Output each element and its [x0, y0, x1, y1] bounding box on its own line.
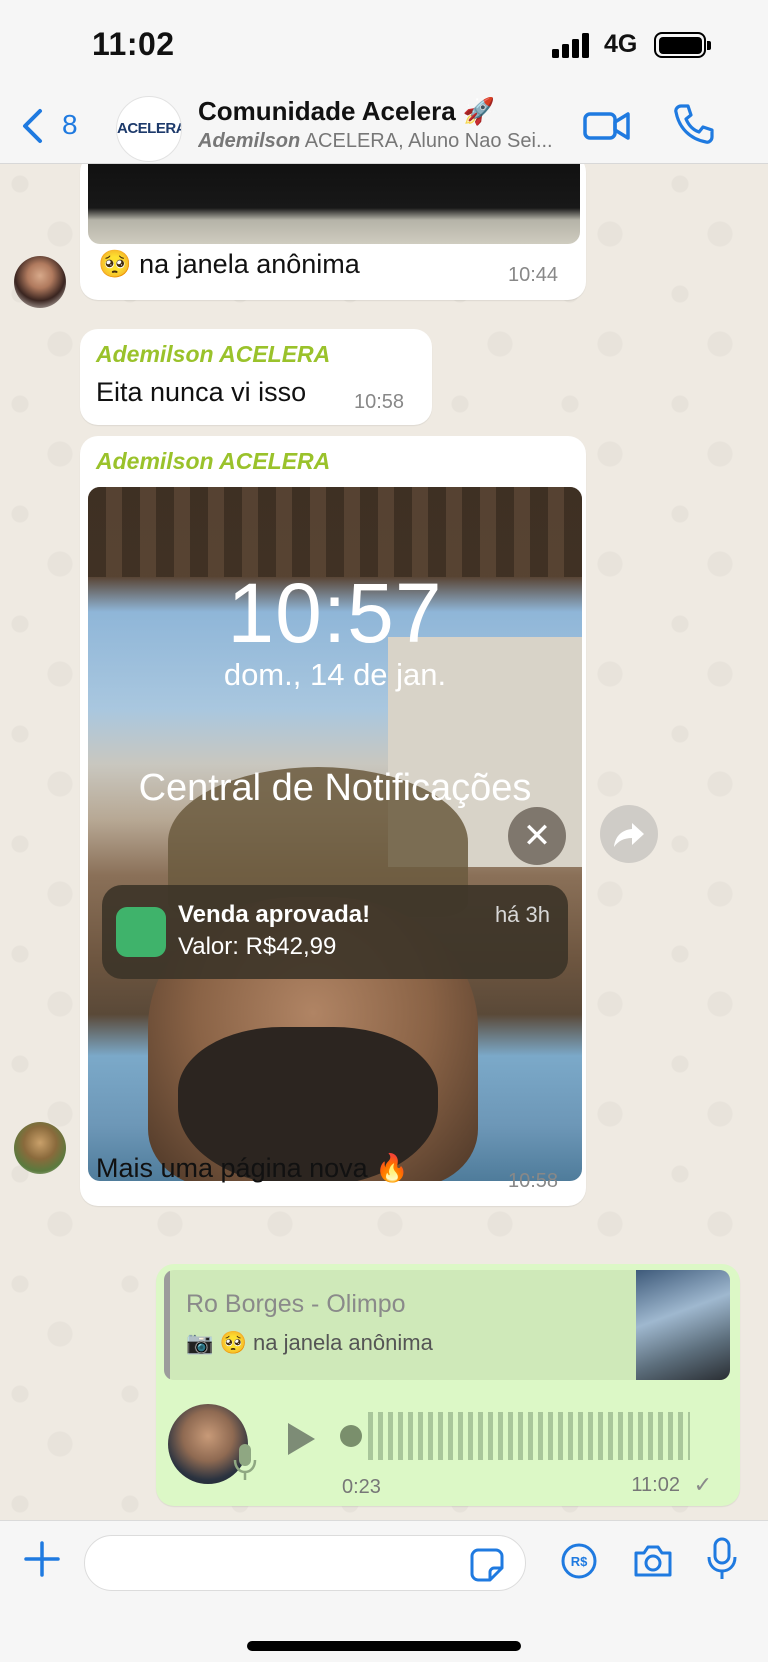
camera-icon — [634, 1545, 672, 1577]
outgoing-voice-bubble[interactable]: Ro Borges - Olimpo 📷 🥺 na janela anônima… — [156, 1264, 740, 1506]
voice-waveform[interactable] — [340, 1412, 690, 1460]
video-call-icon — [583, 112, 630, 140]
sender-avatar[interactable] — [14, 256, 66, 308]
signal-icon — [552, 32, 594, 58]
voice-duration: 0:23 — [342, 1476, 381, 1498]
group-logo: ACELERA — [117, 120, 182, 137]
status-bar: 11:02 4G — [0, 0, 768, 90]
message-photo[interactable]: 10:57 dom., 14 de jan. Central de Notifi… — [88, 487, 582, 1181]
forward-icon — [614, 823, 644, 847]
app-icon — [116, 907, 166, 957]
quoted-text: 📷 🥺 na janela anônima — [186, 1330, 433, 1356]
message-time: 10:44 — [508, 264, 559, 286]
network-label: 4G — [604, 30, 638, 58]
play-button[interactable] — [284, 1420, 318, 1458]
message-text: 🥺 na janela anônima — [98, 249, 360, 279]
unread-count: 8 — [62, 109, 78, 140]
message-bubble[interactable]: Ademilson ACELERA Eita nunca vi isso 10:… — [80, 329, 432, 425]
play-icon — [288, 1423, 315, 1455]
mic-icon — [233, 1444, 257, 1480]
playback-scrubber[interactable] — [340, 1425, 362, 1447]
notification-center-title: Central de Notificações — [138, 767, 532, 809]
sender-name[interactable]: Ademilson ACELERA — [96, 448, 330, 475]
quoted-thumbnail — [636, 1270, 730, 1380]
quoted-text-content: 🥺 na janela anônima — [219, 1330, 433, 1355]
battery-icon — [654, 32, 711, 58]
svg-text:R$: R$ — [571, 1554, 588, 1569]
image-message-bubble[interactable]: Ademilson ACELERA 10:57 dom., 14 de jan.… — [80, 436, 586, 1206]
status-time: 11:02 — [92, 26, 175, 62]
message-time: 10:58 — [508, 1170, 559, 1192]
chat-title[interactable]: Comunidade Acelera 🚀 — [198, 96, 495, 127]
attach-button[interactable] — [22, 1539, 62, 1579]
voice-record-button[interactable] — [706, 1537, 738, 1581]
message-bubble[interactable]: 🥺 na janela anônima 10:44 — [80, 164, 586, 300]
camera-button[interactable] — [632, 1543, 674, 1579]
message-time: 11:02 — [631, 1474, 680, 1496]
forward-button[interactable] — [600, 805, 658, 863]
video-call-button[interactable] — [582, 106, 632, 146]
notification-card: Venda aprovada! Valor: R$42,99 há 3h — [102, 885, 568, 979]
close-icon: ✕ — [508, 807, 566, 865]
mic-icon — [707, 1537, 737, 1579]
phone-icon — [674, 104, 714, 144]
chat-header: 8 ACELERA Comunidade Acelera 🚀 Ademilson… — [0, 90, 768, 164]
lockscreen-date: dom., 14 de jan. — [223, 657, 447, 692]
composer-bar: R$ — [0, 1520, 768, 1662]
lockscreen-time: 10:57 — [227, 566, 443, 660]
group-avatar[interactable]: ACELERA — [116, 96, 182, 162]
delivery-check-icon: ✓ — [693, 1472, 712, 1497]
chat-area[interactable]: 🥺 na janela anônima 10:44 Ademilson ACEL… — [0, 164, 768, 1520]
camera-small-icon: 📷 — [186, 1330, 220, 1355]
chat-subtitle[interactable]: Ademilson ACELERA, Aluno Nao Sei... — [198, 130, 568, 153]
message-caption: Mais uma página nova 🔥 — [96, 1153, 409, 1183]
voice-call-button[interactable] — [672, 102, 716, 146]
payment-icon: R$ — [561, 1543, 597, 1579]
home-indicator — [247, 1641, 521, 1651]
quoted-sender: Ro Borges - Olimpo — [186, 1290, 406, 1318]
back-chevron-icon — [23, 109, 42, 143]
sticker-button[interactable] — [470, 1548, 504, 1582]
back-button[interactable]: 8 — [20, 104, 84, 148]
message-text: Eita nunca vi isso — [96, 377, 307, 407]
sticker-icon — [470, 1548, 504, 1582]
subtitle-member: Ademilson — [198, 130, 301, 152]
message-time: 10:58 — [354, 391, 405, 413]
message-input[interactable] — [84, 1535, 526, 1591]
sender-name[interactable]: Ademilson ACELERA — [96, 341, 330, 368]
quoted-message[interactable]: Ro Borges - Olimpo 📷 🥺 na janela anônima — [164, 1270, 730, 1380]
notification-body: Valor: R$42,99 — [178, 933, 337, 960]
plus-icon — [24, 1541, 60, 1577]
payment-button[interactable]: R$ — [560, 1542, 598, 1580]
subtitle-members-rest: ACELERA, Aluno Nao Sei... — [300, 130, 553, 152]
notification-age: há 3h — [494, 902, 550, 927]
sender-avatar[interactable] — [14, 1122, 66, 1174]
message-image[interactable] — [88, 164, 580, 244]
notification-title: Venda aprovada! — [178, 901, 371, 928]
